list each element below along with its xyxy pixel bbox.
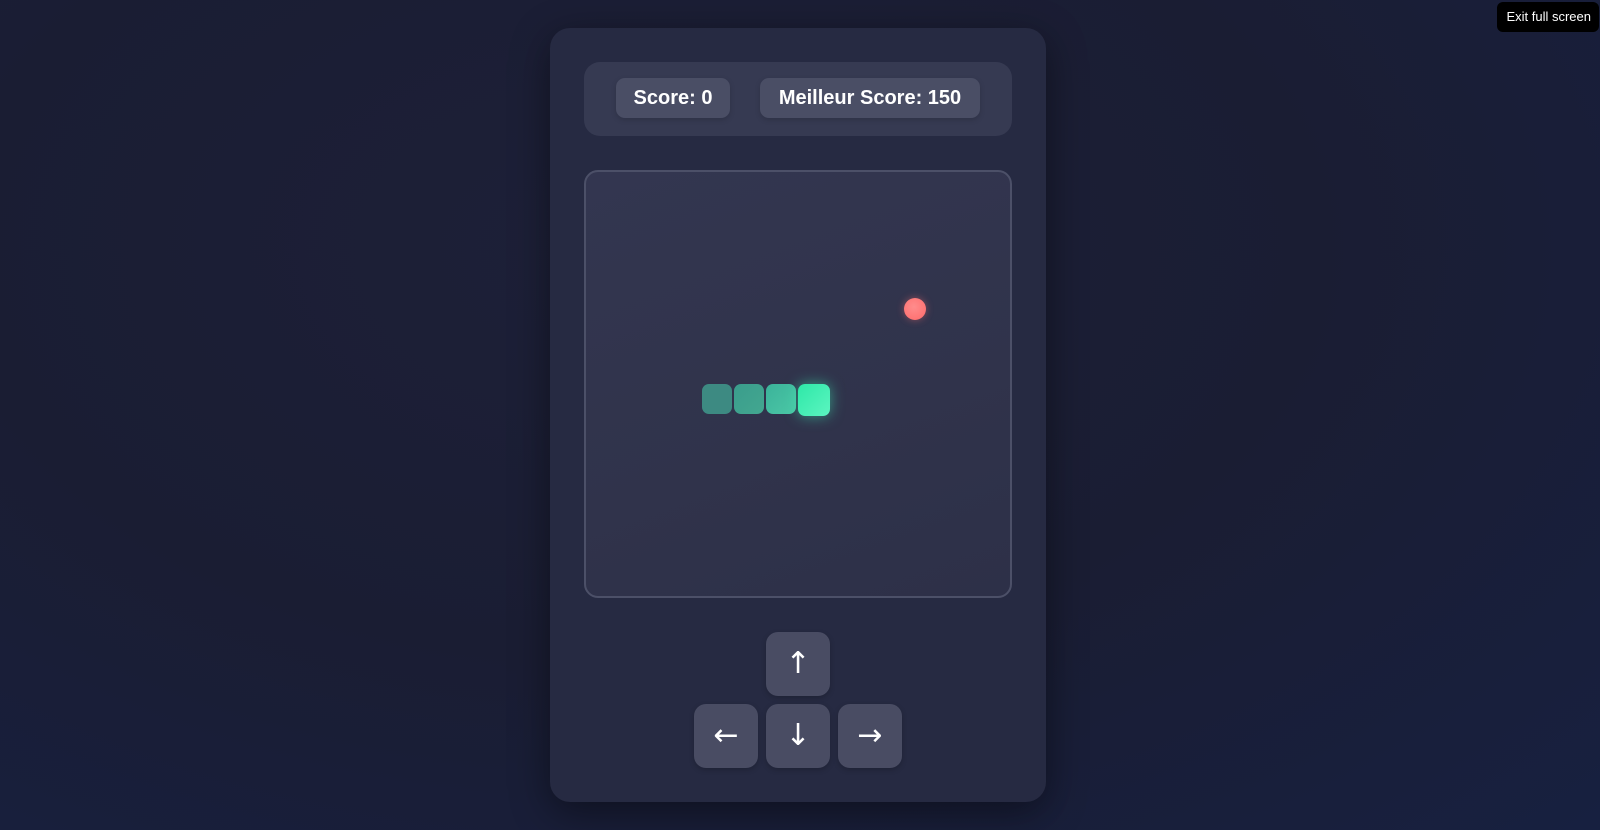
down-button[interactable]: ↓ [766, 704, 830, 768]
current-score: Score: 0 [616, 78, 730, 118]
arrow-left-icon: ← [713, 718, 739, 753]
right-button[interactable]: → [838, 704, 902, 768]
exit-fullscreen-button[interactable]: Exit full screen [1497, 2, 1599, 32]
snake-segment [734, 384, 764, 414]
snake-segment [702, 384, 732, 414]
game-board[interactable] [584, 170, 1012, 598]
score-panel: Score: 0 Meilleur Score: 150 [584, 62, 1012, 136]
snake-segment [766, 384, 796, 414]
game-container: Score: 0 Meilleur Score: 150 ↑ ← ↓ → [550, 28, 1046, 802]
up-button[interactable]: ↑ [766, 632, 830, 696]
arrow-down-icon: ↓ [785, 718, 811, 753]
arrow-right-icon: → [857, 718, 883, 753]
snake-head [798, 384, 830, 416]
best-score: Meilleur Score: 150 [760, 78, 980, 118]
arrow-up-icon: ↑ [785, 646, 811, 681]
food-apple [904, 298, 926, 320]
left-button[interactable]: ← [694, 704, 758, 768]
